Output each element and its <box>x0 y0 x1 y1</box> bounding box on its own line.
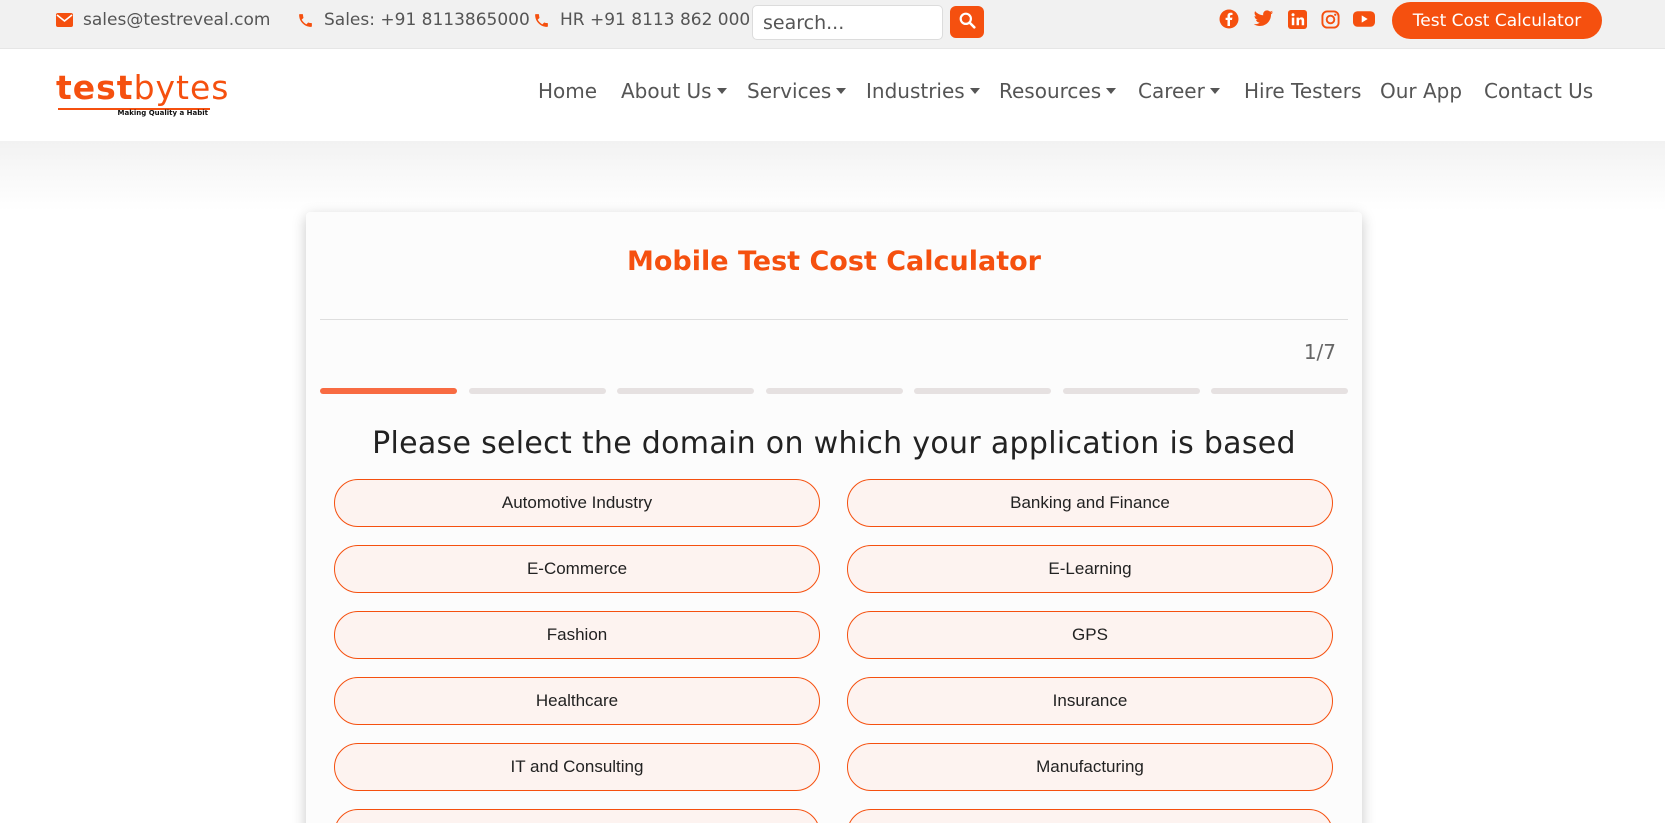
nav-label: Our App <box>1380 79 1463 103</box>
phone-icon <box>297 12 314 29</box>
caret-down-icon <box>969 88 980 94</box>
email-text: sales@testreveal.com <box>83 10 271 30</box>
top-bar: sales@testreveal.com Sales: +91 81138650… <box>0 0 1665 49</box>
caret-down-icon <box>1106 88 1117 94</box>
option-partially-visible[interactable] <box>847 809 1333 823</box>
caret-down-icon <box>836 88 847 94</box>
option-it-and-consulting[interactable]: IT and Consulting <box>334 743 820 791</box>
nav-label: Hire Testers <box>1244 79 1362 103</box>
twitter-icon[interactable] <box>1252 8 1274 30</box>
nav-label: Home <box>538 79 598 103</box>
nav-our-app[interactable]: Our App <box>1380 79 1462 103</box>
nav-label: Resources <box>999 79 1102 103</box>
nav-label: About Us <box>621 79 712 103</box>
title-divider <box>320 319 1348 320</box>
search-button[interactable] <box>950 6 984 38</box>
logo-tagline: Making Quality a Habit <box>117 109 208 117</box>
search-input[interactable] <box>752 5 943 40</box>
progress-segment <box>617 388 754 394</box>
nav-industries[interactable]: Industries <box>866 79 980 103</box>
nav-label: Contact Us <box>1484 79 1594 103</box>
logo-word-bytes: bytes <box>133 68 230 107</box>
email-contact[interactable]: sales@testreveal.com <box>56 0 270 40</box>
search-icon <box>959 12 976 33</box>
youtube-icon[interactable] <box>1353 8 1375 30</box>
calculator-title: Mobile Test Cost Calculator <box>627 246 1041 277</box>
hr-phone-contact[interactable]: HR +91 8113 862 000 <box>533 0 750 40</box>
option-healthcare[interactable]: Healthcare <box>334 677 820 725</box>
option-e-learning[interactable]: E-Learning <box>847 545 1333 593</box>
logo-word-test: test <box>56 68 134 107</box>
nav-career[interactable]: Career <box>1138 79 1220 103</box>
progress-segment <box>1211 388 1348 394</box>
nav-resources[interactable]: Resources <box>999 79 1117 103</box>
nav-services[interactable]: Services <box>747 79 847 103</box>
progress-segment <box>1063 388 1200 394</box>
option-insurance[interactable]: Insurance <box>847 677 1333 725</box>
main-navbar: testbytes Making Quality a Habit Home Ab… <box>0 49 1665 141</box>
instagram-icon[interactable] <box>1319 8 1341 30</box>
progress-segment <box>320 388 457 394</box>
nav-home[interactable]: Home <box>538 79 597 103</box>
option-manufacturing[interactable]: Manufacturing <box>847 743 1333 791</box>
sales-phone-text: Sales: +91 8113865000 <box>324 10 530 30</box>
option-gps[interactable]: GPS <box>847 611 1333 659</box>
caret-down-icon <box>1209 88 1220 94</box>
progress-segment <box>469 388 606 394</box>
option-automotive-industry[interactable]: Automotive Industry <box>334 479 820 527</box>
hr-phone-text: HR +91 8113 862 000 <box>560 10 751 30</box>
step-progress-bar <box>320 388 1348 394</box>
facebook-icon[interactable] <box>1218 8 1240 30</box>
step-indicator: 1/7 <box>1303 340 1336 364</box>
caret-down-icon <box>716 88 727 94</box>
nav-hire-testers[interactable]: Hire Testers <box>1244 79 1361 103</box>
progress-segment <box>914 388 1051 394</box>
nav-about-us[interactable]: About Us <box>621 79 727 103</box>
nav-label: Industries <box>866 79 965 103</box>
nav-label: Services <box>747 79 832 103</box>
option-e-commerce[interactable]: E-Commerce <box>334 545 820 593</box>
question-heading: Please select the domain on which your a… <box>372 426 1296 461</box>
option-partially-visible[interactable] <box>334 809 820 823</box>
progress-segment <box>766 388 903 394</box>
testbytes-logo[interactable]: testbytes Making Quality a Habit <box>56 68 229 123</box>
nav-label: Career <box>1138 79 1205 103</box>
test-cost-calculator-button[interactable]: Test Cost Calculator <box>1392 2 1602 39</box>
sales-phone-contact[interactable]: Sales: +91 8113865000 <box>297 0 530 40</box>
option-banking-and-finance[interactable]: Banking and Finance <box>847 479 1333 527</box>
calculator-card: Mobile Test Cost Calculator 1/7 Please s… <box>306 212 1362 823</box>
envelope-icon <box>56 13 73 27</box>
nav-contact-us[interactable]: Contact Us <box>1484 79 1593 103</box>
linkedin-icon[interactable] <box>1286 8 1308 30</box>
option-fashion[interactable]: Fashion <box>334 611 820 659</box>
phone-icon <box>533 12 550 29</box>
